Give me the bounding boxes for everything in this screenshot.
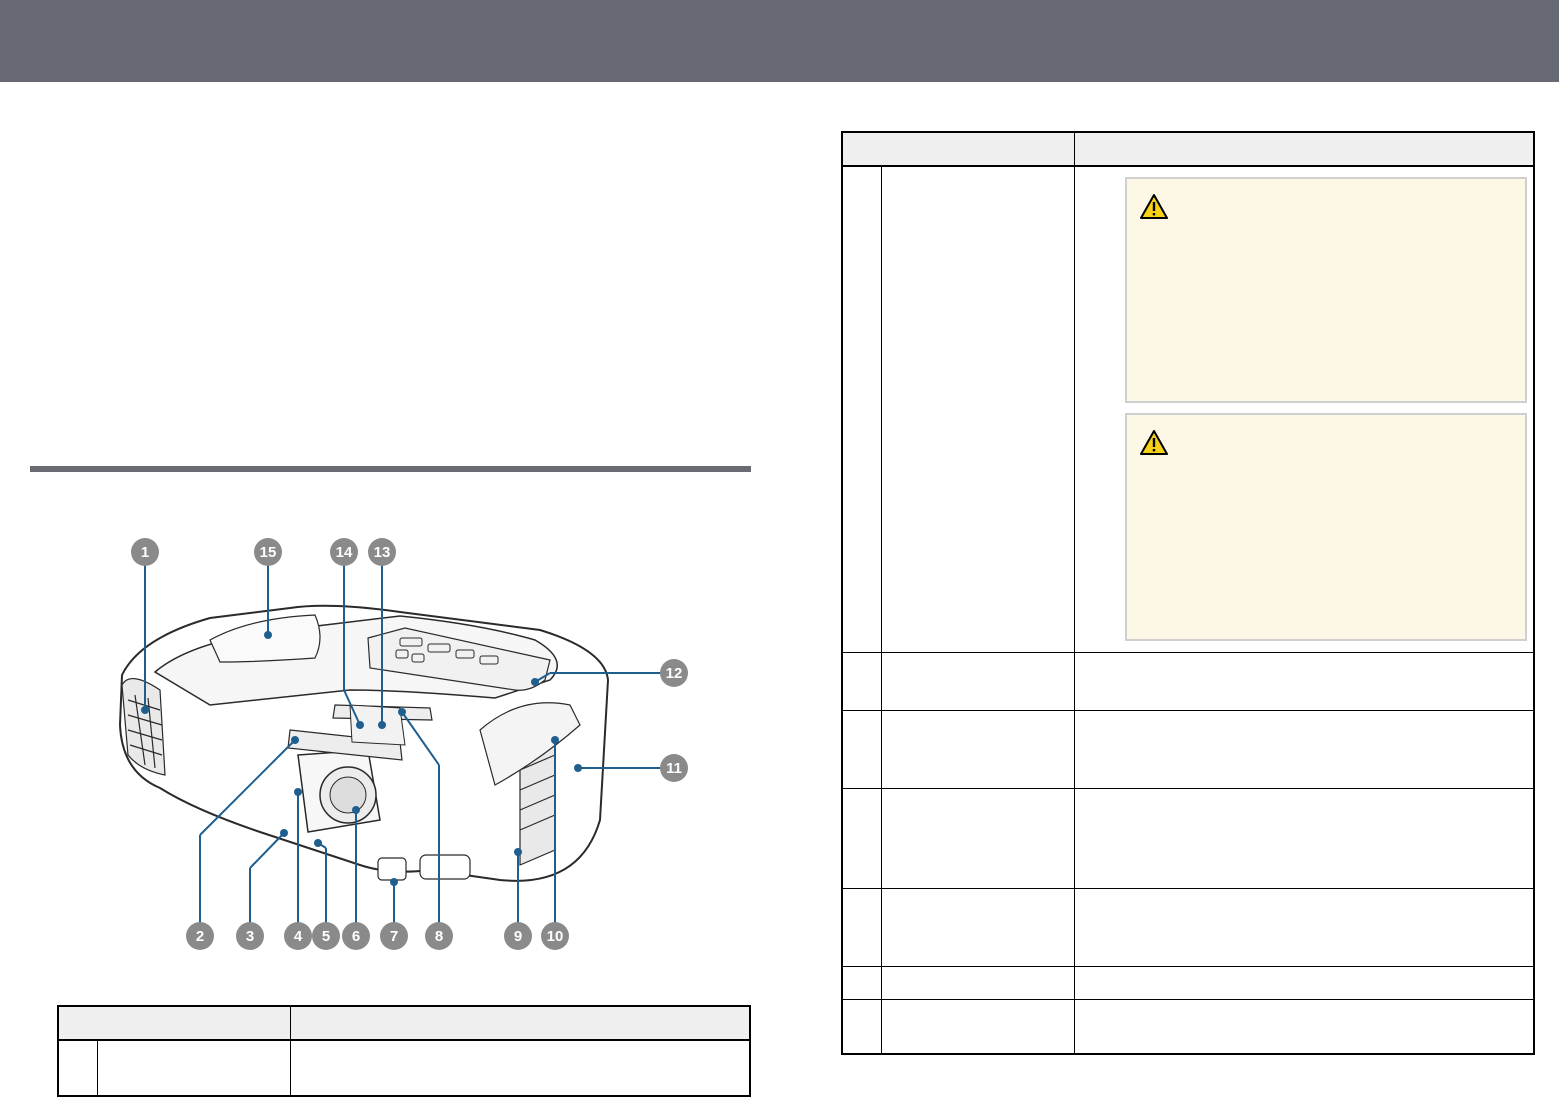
section-rule <box>30 466 751 472</box>
table-row <box>841 787 1535 889</box>
header-function-cell <box>1074 131 1535 167</box>
number-cell <box>841 998 882 1055</box>
callout-7: 7 <box>380 922 408 950</box>
table-row <box>841 998 1535 1055</box>
name-cell <box>881 787 1075 889</box>
warning-callout <box>1125 413 1527 641</box>
rear-foot <box>419 854 471 880</box>
svg-text:2: 2 <box>196 928 204 945</box>
svg-text:9: 9 <box>514 928 522 945</box>
name-cell <box>881 651 1075 711</box>
callout-13: 13 <box>368 538 396 566</box>
warning-triangle-icon <box>1140 194 1168 219</box>
callout-14: 14 <box>330 538 358 566</box>
svg-text:11: 11 <box>666 760 682 777</box>
table-row <box>841 709 1535 789</box>
svg-text:3: 3 <box>246 928 254 945</box>
callout-9: 9 <box>504 922 532 950</box>
svg-text:7: 7 <box>390 928 398 945</box>
function-cell <box>1074 887 1535 967</box>
svg-text:1: 1 <box>141 544 149 561</box>
table-row <box>57 1039 751 1097</box>
svg-text:13: 13 <box>374 544 391 561</box>
number-cell <box>841 887 882 967</box>
function-cell <box>1074 998 1535 1055</box>
number-cell <box>841 787 882 889</box>
callout-4: 4 <box>284 922 312 950</box>
parts-table-right <box>841 131 1535 1055</box>
callout-3: 3 <box>236 922 264 950</box>
name-cell <box>881 965 1075 1000</box>
table-header-row <box>57 1005 751 1041</box>
name-cell <box>881 887 1075 967</box>
function-cell <box>1074 787 1535 889</box>
svg-text:4: 4 <box>294 928 303 945</box>
callout-1: 1 <box>131 538 159 566</box>
header-name-cell <box>841 131 1075 167</box>
svg-text:14: 14 <box>336 544 353 561</box>
table-header-row <box>841 131 1535 167</box>
table-row <box>841 965 1535 1000</box>
callout-8: 8 <box>425 922 453 950</box>
table-row <box>841 165 1535 653</box>
name-cell <box>881 998 1075 1055</box>
name-cell <box>881 709 1075 789</box>
callout-10: 10 <box>541 922 569 950</box>
number-cell <box>841 651 882 711</box>
svg-text:15: 15 <box>260 544 277 561</box>
number-cell <box>841 165 882 653</box>
table-row <box>841 651 1535 711</box>
function-cell <box>290 1039 751 1097</box>
callout-5: 5 <box>312 922 340 950</box>
svg-text:8: 8 <box>435 928 443 945</box>
function-cell <box>1074 709 1535 789</box>
front-foot <box>377 857 407 881</box>
callout-12: 12 <box>660 659 688 687</box>
callout-15: 15 <box>254 538 282 566</box>
number-cell <box>841 709 882 789</box>
callout-11: 11 <box>660 754 688 782</box>
svg-text:10: 10 <box>547 928 564 945</box>
callout-2: 2 <box>186 922 214 950</box>
warning-callout <box>1125 177 1527 403</box>
header-name-cell <box>57 1005 291 1041</box>
number-cell <box>57 1039 98 1097</box>
name-cell <box>97 1039 291 1097</box>
function-cell <box>1074 965 1535 1000</box>
function-cell <box>1074 165 1535 653</box>
number-cell <box>841 965 882 1000</box>
svg-text:12: 12 <box>666 665 683 682</box>
parts-table-left <box>57 1005 751 1097</box>
header-function-cell <box>290 1005 751 1041</box>
projector-figure: 1 15 14 13 12 11 2 3 4 5 6 7 8 9 10 <box>118 538 688 950</box>
warning-triangle-icon <box>1140 430 1168 455</box>
name-cell <box>881 165 1075 653</box>
function-cell <box>1074 651 1535 711</box>
page-header-bar <box>0 0 1559 82</box>
callout-6: 6 <box>342 922 370 950</box>
svg-text:6: 6 <box>352 928 360 945</box>
svg-text:5: 5 <box>322 928 330 945</box>
table-row <box>841 887 1535 967</box>
